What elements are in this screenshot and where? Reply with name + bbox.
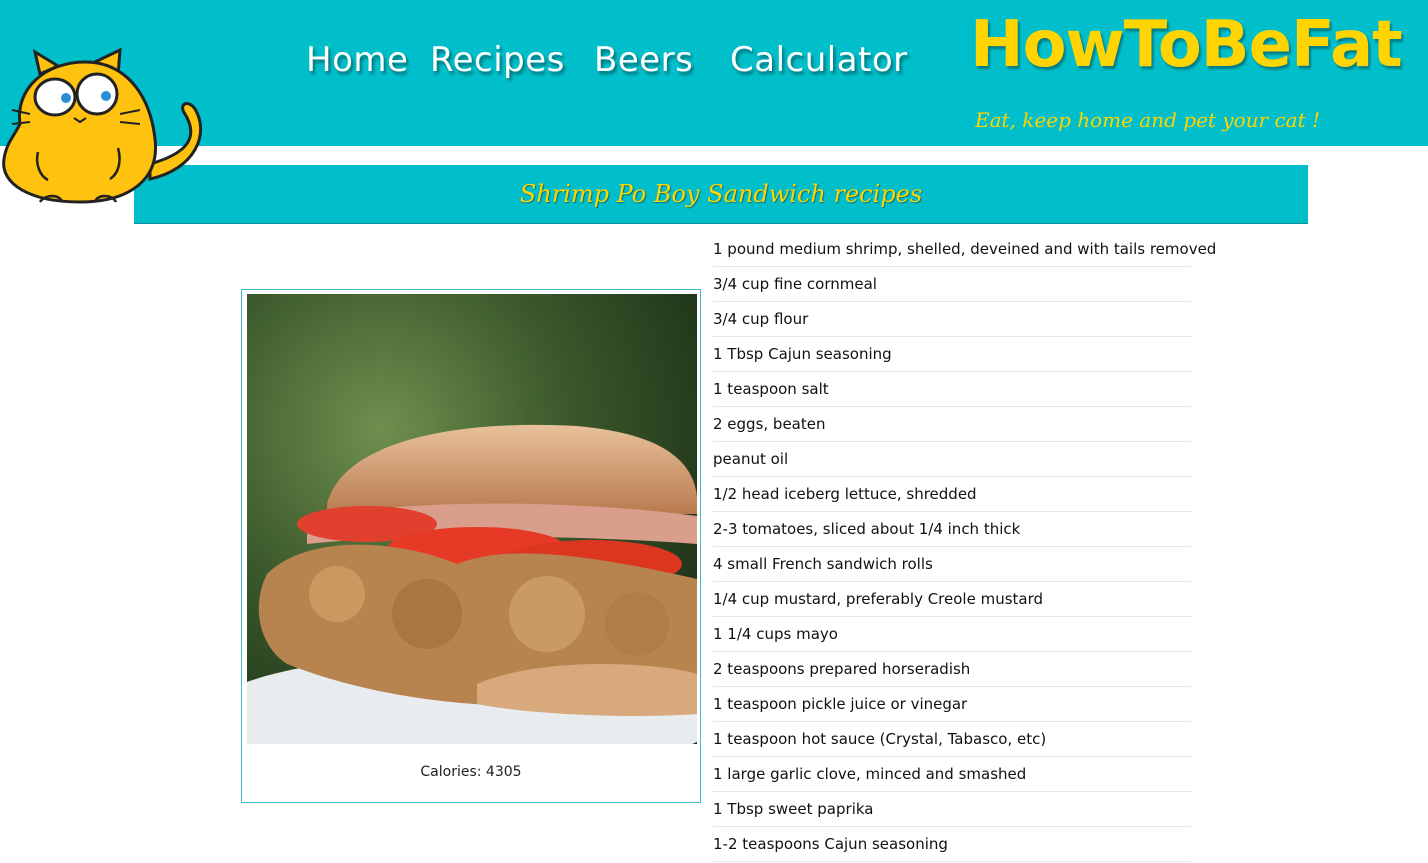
ingredient-item: 3/4 cup fine cornmeal: [713, 267, 1191, 302]
fat-cat-icon: [2, 47, 203, 204]
recipe-title-bar: Shrimp Po Boy Sandwich recipes: [134, 165, 1308, 224]
site-tagline: Eat, keep home and pet your cat !: [975, 108, 1320, 132]
ingredient-item: 4 small French sandwich rolls: [713, 547, 1191, 582]
calories-label: Calories: 4305: [420, 764, 522, 780]
nav-calculator-link[interactable]: Calculator: [730, 40, 908, 80]
ingredient-item: 1/2 head iceberg lettuce, shredded: [713, 477, 1191, 512]
ingredient-item: 1 teaspoon hot sauce (Crystal, Tabasco, …: [713, 722, 1191, 757]
ingredient-item: 2-3 tomatoes, sliced about 1/4 inch thic…: [713, 512, 1191, 547]
ingredient-item: 1 pound medium shrimp, shelled, deveined…: [713, 232, 1216, 267]
site-header: Home Recipes Beers Calculator HowToBeFat…: [0, 0, 1428, 146]
sandwich-photo: [247, 294, 697, 744]
ingredient-item: peanut oil: [713, 442, 1191, 477]
recipe-card: Calories: 4305: [241, 289, 701, 803]
site-logo[interactable]: HowToBeFat: [970, 8, 1420, 90]
ingredient-item: 1 Tbsp sweet paprika: [713, 792, 1191, 827]
ingredient-list: 1 pound medium shrimp, shelled, deveined…: [713, 232, 1216, 862]
ingredient-item: 1/4 cup mustard, preferably Creole musta…: [713, 582, 1191, 617]
nav-beers-link[interactable]: Beers: [594, 40, 693, 80]
ingredient-item: 1 teaspoon salt: [713, 372, 1191, 407]
nav-recipes-link[interactable]: Recipes: [430, 40, 565, 80]
ingredient-item: 1 teaspoon pickle juice or vinegar: [713, 687, 1191, 722]
ingredient-item: 1-2 teaspoons Cajun seasoning: [713, 827, 1191, 862]
ingredient-item: 1 large garlic clove, minced and smashed: [713, 757, 1191, 792]
ingredient-item: 2 eggs, beaten: [713, 407, 1191, 442]
ingredient-item: 3/4 cup flour: [713, 302, 1191, 337]
nav-home-link[interactable]: Home: [306, 40, 408, 80]
ingredient-item: 1 1/4 cups mayo: [713, 617, 1191, 652]
ingredient-item: 1 Tbsp Cajun seasoning: [713, 337, 1191, 372]
recipe-title: Shrimp Po Boy Sandwich recipes: [519, 180, 923, 208]
ingredient-item: 2 teaspoons prepared horseradish: [713, 652, 1191, 687]
